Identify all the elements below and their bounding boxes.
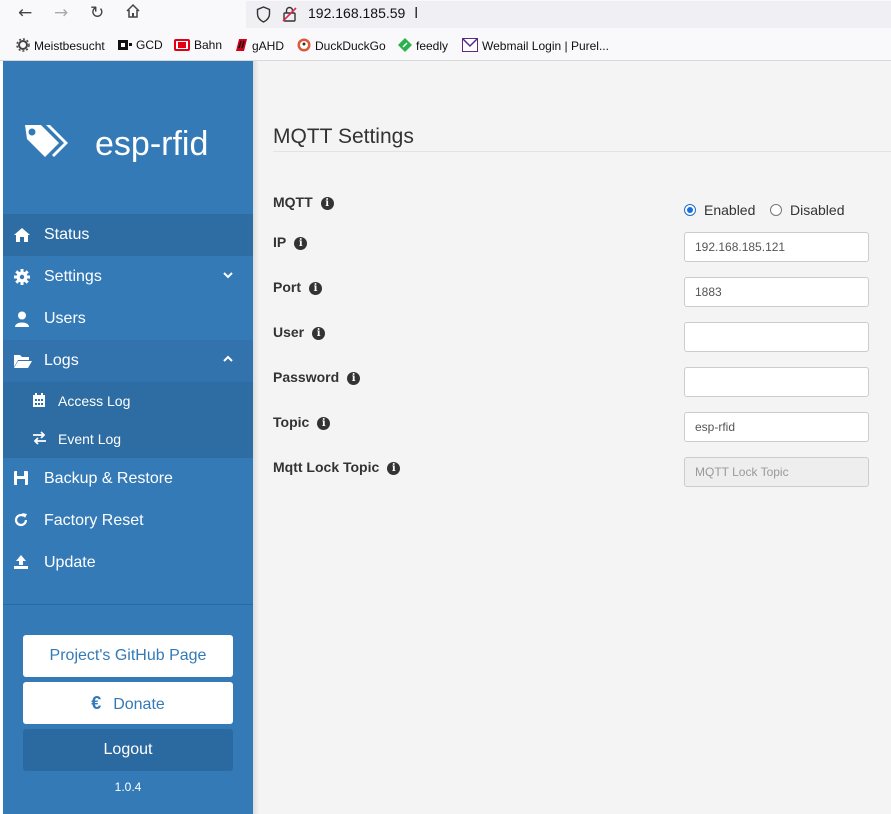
nav-update[interactable]: Update bbox=[3, 542, 253, 584]
gcd-icon bbox=[118, 39, 132, 54]
port-label-row: Port i bbox=[273, 279, 322, 295]
nav-backup-restore[interactable]: Backup & Restore bbox=[3, 458, 253, 500]
lock-topic-input: MQTT Lock Topic bbox=[684, 457, 869, 487]
ip-label-row: IP i bbox=[273, 234, 308, 250]
logout-button[interactable]: Logout bbox=[23, 729, 233, 771]
db-icon bbox=[174, 39, 190, 54]
info-icon[interactable]: i bbox=[309, 282, 322, 295]
upload-icon bbox=[13, 554, 31, 572]
reload-icon[interactable]: ↻ bbox=[90, 3, 104, 23]
user-icon bbox=[13, 310, 31, 328]
sidebar: esp-rfid Status Settings Users Logs Acce… bbox=[3, 61, 253, 814]
bookmark-most-visited[interactable]: Meistbesucht bbox=[16, 38, 105, 55]
insecure-lock-icon[interactable] bbox=[282, 5, 297, 28]
version-label: 1.0.4 bbox=[114, 780, 142, 794]
main-content: MQTT Settings MQTT i Enabled Disabled IP i… bbox=[253, 61, 891, 814]
user-label: User bbox=[273, 324, 305, 340]
bookmarks-bar: Meistbesucht GCD Bahn gAHD DuckDuckGo fe… bbox=[0, 30, 891, 61]
save-icon bbox=[13, 470, 31, 488]
calendar-icon bbox=[32, 393, 47, 408]
text-cursor-icon: I bbox=[414, 5, 419, 22]
lock-topic-label-row: Mqtt Lock Topic i bbox=[273, 459, 401, 475]
bookmark-webmail[interactable]: Webmail Login | Purel... bbox=[462, 38, 609, 55]
duckduckgo-icon bbox=[297, 38, 311, 55]
nav-settings[interactable]: Settings bbox=[3, 256, 253, 298]
nav-status-label: Status bbox=[44, 226, 90, 243]
info-icon[interactable]: i bbox=[320, 197, 334, 210]
nav-logs[interactable]: Logs bbox=[3, 340, 253, 382]
nav-users-label: Users bbox=[44, 310, 86, 327]
nav-access-log[interactable]: Access Log bbox=[3, 382, 253, 420]
folder-open-icon bbox=[13, 352, 32, 370]
exchange-icon bbox=[32, 431, 47, 446]
browser-toolbar: ← → ↻ 192.168.185.59 I bbox=[0, 0, 891, 30]
password-label: Password bbox=[273, 369, 340, 385]
feedly-icon bbox=[398, 38, 412, 55]
disabled-label: Disabled bbox=[790, 202, 845, 218]
bookmark-feedly[interactable]: feedly bbox=[398, 38, 448, 55]
bookmark-gcd[interactable]: GCD bbox=[118, 38, 163, 54]
ip-label: IP bbox=[273, 234, 287, 250]
brand-name: esp-rfid bbox=[95, 125, 209, 163]
refresh-icon bbox=[13, 512, 31, 530]
nav-event-log-label: Event Log bbox=[58, 431, 122, 447]
bookmark-bahn[interactable]: Bahn bbox=[174, 38, 222, 54]
bookmark-duckduckgo[interactable]: DuckDuckGo bbox=[297, 38, 386, 55]
gear-icon bbox=[16, 38, 30, 55]
home-icon bbox=[13, 226, 31, 244]
topic-label-row: Topic i bbox=[273, 414, 331, 430]
nav-access-log-label: Access Log bbox=[58, 393, 131, 409]
info-icon[interactable]: i bbox=[317, 417, 331, 430]
lock-topic-label: Mqtt Lock Topic bbox=[273, 459, 380, 475]
home-icon[interactable] bbox=[125, 3, 141, 24]
port-input[interactable]: 1883 bbox=[684, 277, 869, 307]
github-button[interactable]: Project's GitHub Page bbox=[23, 635, 233, 677]
shield-icon[interactable] bbox=[256, 6, 271, 28]
info-icon[interactable]: i bbox=[312, 327, 326, 340]
donate-button[interactable]: € Donate bbox=[23, 682, 233, 724]
url-text[interactable]: 192.168.185.59 bbox=[308, 5, 405, 21]
nav-update-label: Update bbox=[44, 554, 96, 571]
nav-factory-reset-label: Factory Reset bbox=[44, 512, 144, 529]
euro-icon: € bbox=[91, 693, 102, 713]
topic-input[interactable]: esp-rfid bbox=[684, 412, 869, 442]
topic-label: Topic bbox=[273, 414, 310, 430]
nav-status[interactable]: Status bbox=[3, 214, 253, 256]
sidebar-shadow bbox=[253, 61, 259, 814]
port-label: Port bbox=[273, 279, 301, 295]
gear-icon bbox=[13, 268, 31, 286]
radio-selected-icon[interactable] bbox=[684, 204, 696, 216]
nav-settings-label: Settings bbox=[44, 268, 102, 285]
gahd-icon bbox=[234, 38, 248, 55]
mqtt-label: MQTT bbox=[273, 194, 313, 210]
sidebar-divider bbox=[3, 604, 253, 605]
tags-icon bbox=[23, 121, 73, 168]
nav-logs-label: Logs bbox=[44, 352, 79, 369]
address-bar[interactable]: 192.168.185.59 I bbox=[246, 1, 891, 28]
nav-factory-reset[interactable]: Factory Reset bbox=[3, 500, 253, 542]
nav-backup-restore-label: Backup & Restore bbox=[44, 470, 173, 487]
webmail-icon bbox=[462, 38, 478, 55]
page-title: MQTT Settings bbox=[273, 125, 414, 148]
info-icon[interactable]: i bbox=[294, 237, 308, 250]
nav-event-log[interactable]: Event Log bbox=[3, 420, 253, 458]
donate-label: Donate bbox=[113, 696, 165, 713]
radio-unselected-icon[interactable] bbox=[770, 204, 782, 216]
forward-icon[interactable]: → bbox=[54, 3, 68, 23]
bookmark-gahd[interactable]: gAHD bbox=[234, 38, 284, 55]
password-label-row: Password i bbox=[273, 369, 361, 385]
back-icon[interactable]: ← bbox=[18, 3, 32, 23]
mqtt-label-row: MQTT i bbox=[273, 194, 334, 210]
ip-input[interactable]: 192.168.185.121 bbox=[684, 232, 869, 262]
info-icon[interactable]: i bbox=[347, 372, 361, 385]
enabled-label: Enabled bbox=[704, 202, 756, 218]
chevron-down-icon bbox=[223, 266, 233, 282]
password-input[interactable] bbox=[684, 367, 869, 397]
user-label-row: User i bbox=[273, 324, 326, 340]
user-input[interactable] bbox=[684, 322, 869, 352]
info-icon[interactable]: i bbox=[387, 462, 401, 475]
title-divider bbox=[273, 151, 891, 152]
chevron-up-icon bbox=[223, 350, 233, 366]
nav-users[interactable]: Users bbox=[3, 298, 253, 340]
